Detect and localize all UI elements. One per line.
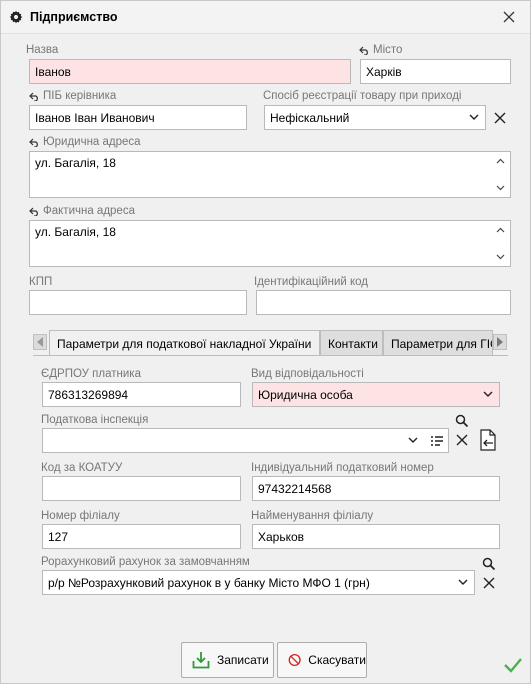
undo-icon[interactable] [29, 92, 40, 101]
chevron-down-icon [408, 437, 418, 443]
search-icon[interactable] [455, 414, 469, 428]
triangle-right-icon [497, 337, 503, 347]
tab-divider [33, 355, 508, 356]
tab-scroll-right[interactable] [493, 334, 507, 350]
checkmark-icon[interactable] [503, 656, 523, 674]
tab-tax-invoice-params[interactable]: Параметри для податкової накладної Украї… [49, 330, 320, 356]
enterprise-dialog: Підприємство Назва Іванов Місто Харків П… [0, 0, 531, 684]
individual-tax-number-field[interactable]: 97432214568 [252, 476, 500, 501]
clear-icon[interactable] [455, 433, 469, 447]
koatuu-label: Код за КОАТУУ [41, 462, 123, 474]
tax-inspection-label: Податкова інспекція [41, 414, 149, 426]
tab-strip: Параметри для податкової накладної Украї… [33, 330, 507, 356]
chevron-down-icon [483, 391, 493, 397]
scroll-down-icon[interactable] [496, 185, 505, 191]
gear-icon [9, 10, 23, 24]
liability-type-select[interactable]: Юридична особа [252, 382, 500, 407]
registration-method-select[interactable]: Нефіскальний [264, 105, 486, 130]
actual-address-label: Фактична адреса [29, 205, 135, 217]
registration-method-label: Спосіб реєстрації товару при приході [263, 90, 462, 102]
city-field[interactable]: Харків [360, 59, 511, 84]
scroll-up-icon[interactable] [496, 227, 505, 233]
branch-name-field[interactable]: Харьков [252, 524, 500, 549]
download-icon [192, 652, 210, 669]
individual-tax-number-label: Індивідуальний податковий номер [251, 462, 434, 474]
liability-type-label: Вид відповідальності [251, 368, 364, 380]
id-code-label: Ідентифікаційний код [254, 276, 369, 288]
window-title: Підприємство [30, 10, 118, 24]
scroll-up-icon[interactable] [496, 158, 505, 164]
id-code-field[interactable] [256, 290, 511, 315]
director-label: ПІБ керівника [29, 90, 116, 102]
chevron-down-icon [469, 114, 479, 120]
list-icon[interactable] [430, 435, 444, 447]
search-icon[interactable] [482, 557, 496, 571]
branch-number-label: Номер філіалу [41, 510, 120, 522]
tab-scroll-left[interactable] [33, 334, 47, 350]
clear-icon[interactable] [493, 111, 507, 125]
tab-gis-params[interactable]: Параметри для ГІС [383, 330, 493, 356]
chevron-down-icon [458, 579, 468, 585]
actual-address-field[interactable]: ул. Багалія, 18 [29, 220, 511, 267]
prohibited-icon [288, 653, 301, 667]
cancel-button[interactable]: Скасувати [277, 642, 367, 678]
settlement-account-select[interactable]: р/р №Розрахунковий рахунок в у банку Міс… [42, 570, 475, 595]
title-bar: Підприємство [1, 1, 530, 34]
scroll-down-icon[interactable] [496, 254, 505, 260]
settlement-account-label: Рорахунковий рахунок за замовчанням [41, 556, 250, 568]
undo-icon[interactable] [29, 207, 40, 216]
document-import-icon[interactable] [478, 429, 498, 451]
undo-icon[interactable] [359, 46, 370, 55]
koatuu-field[interactable] [42, 476, 241, 501]
kpp-field[interactable] [29, 290, 247, 315]
legal-address-field[interactable]: ул. Багалія, 18 [29, 151, 511, 198]
branch-name-label: Найменування філіалу [251, 510, 374, 522]
edrpou-field[interactable]: 786313269894 [42, 382, 241, 407]
triangle-left-icon [37, 337, 43, 347]
name-field[interactable]: Іванов [29, 59, 351, 84]
director-field[interactable]: Іванов Іван Иванович [29, 105, 247, 130]
tab-contacts[interactable]: Контакти [320, 330, 383, 356]
close-icon[interactable] [501, 9, 517, 25]
clear-icon[interactable] [482, 576, 496, 590]
tax-inspection-select[interactable] [42, 428, 449, 453]
branch-number-field[interactable]: 127 [42, 524, 241, 549]
save-button[interactable]: Записати [181, 642, 274, 678]
name-label: Назва [26, 44, 59, 56]
edrpou-label: ЄДРПОУ платника [41, 368, 141, 380]
undo-icon[interactable] [29, 138, 40, 147]
legal-address-label: Юридична адреса [29, 136, 141, 148]
kpp-label: КПП [29, 276, 53, 288]
city-label: Місто [359, 44, 402, 56]
